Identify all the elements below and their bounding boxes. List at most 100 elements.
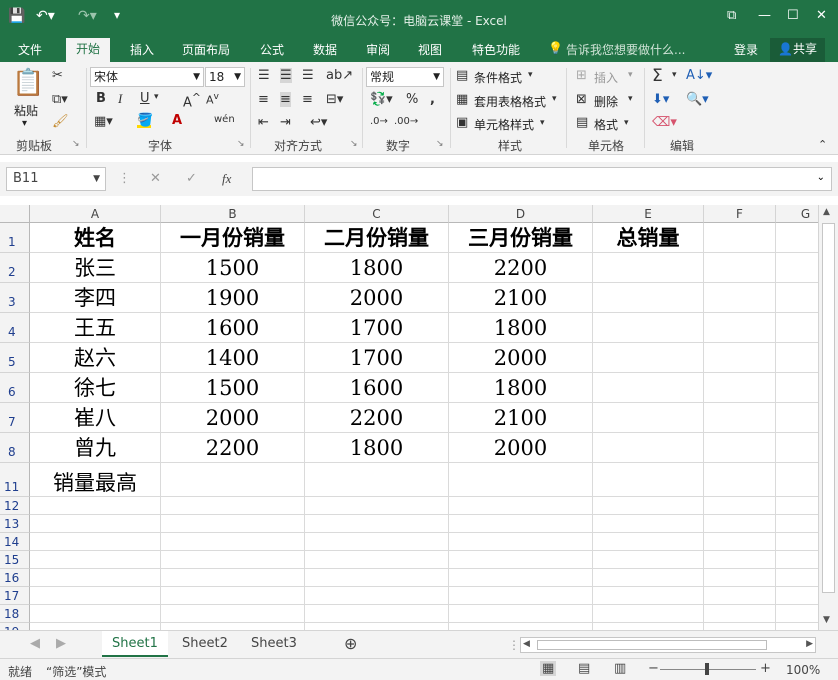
number-launcher-icon[interactable]: ↘ — [436, 139, 444, 149]
cell-jan[interactable]: 1600 — [161, 313, 305, 343]
conditional-format-button[interactable]: 条件格式 — [474, 69, 522, 86]
vertical-scrollbar[interactable]: ▲ ▼ — [818, 205, 838, 630]
cell-total[interactable] — [593, 253, 704, 283]
tab-page-layout[interactable]: 页面布局 — [182, 41, 230, 58]
row-header[interactable]: 2 — [0, 253, 30, 283]
cell-name[interactable]: 张三 — [30, 253, 161, 283]
row-header[interactable]: 3 — [0, 283, 30, 313]
cell-mar[interactable]: 2200 — [449, 253, 593, 283]
top-align-icon[interactable]: ☰ — [258, 68, 270, 83]
add-sheet-icon[interactable]: ⊕ — [334, 631, 367, 657]
cell-mar[interactable]: 1800 — [449, 373, 593, 403]
cell-feb[interactable]: 1700 — [305, 313, 449, 343]
header-cell-feb[interactable]: 二月份销量 — [305, 223, 449, 253]
insert-function-button[interactable]: fx — [222, 171, 231, 187]
row-header[interactable]: 12 — [0, 497, 30, 515]
font-launcher-icon[interactable]: ↘ — [237, 139, 245, 149]
align-right-icon[interactable]: ≡ — [302, 92, 313, 107]
cell-mar[interactable]: 2000 — [449, 433, 593, 463]
font-name-select[interactable]: 宋体 ▼ — [90, 67, 204, 87]
cell-mar[interactable]: 2000 — [449, 343, 593, 373]
cell-feb[interactable]: 2200 — [305, 403, 449, 433]
percent-icon[interactable]: % — [406, 92, 418, 107]
cell-total[interactable] — [593, 313, 704, 343]
format-as-table-icon[interactable]: ▦ — [456, 92, 468, 107]
row-header[interactable]: 19 — [0, 623, 30, 630]
cell-jan[interactable]: 2200 — [161, 433, 305, 463]
autosum-icon[interactable]: Σ — [652, 66, 663, 86]
cell-feb[interactable]: 1800 — [305, 433, 449, 463]
tab-file[interactable]: 文件 — [18, 41, 42, 58]
column-header-g[interactable]: G — [776, 205, 818, 223]
maximize-button[interactable]: ☐ — [787, 8, 799, 23]
fill-color-icon[interactable]: 🪣 — [137, 113, 153, 128]
column-header-c[interactable]: C — [305, 205, 449, 223]
tell-me-search[interactable]: 告诉我您想要做什么... — [566, 41, 685, 58]
cell-name[interactable]: 王五 — [30, 313, 161, 343]
row-header[interactable]: 5 — [0, 343, 30, 373]
chevron-down-icon[interactable]: ▾ — [628, 94, 633, 104]
format-painter-icon[interactable]: 🖌 — [52, 114, 69, 129]
row-header[interactable]: 17 — [0, 587, 30, 605]
scroll-left-icon[interactable]: ◀ — [523, 639, 530, 649]
find-select-icon[interactable]: 🔍▾ — [686, 92, 709, 107]
row-header[interactable]: 4 — [0, 313, 30, 343]
cell-jan[interactable]: 1500 — [161, 253, 305, 283]
align-center-icon[interactable]: ≡ — [280, 92, 291, 107]
scroll-down-icon[interactable]: ▼ — [823, 615, 830, 625]
row-header[interactable]: 18 — [0, 605, 30, 623]
header-cell-name[interactable]: 姓名 — [30, 223, 161, 253]
decrease-font-icon[interactable]: Av — [206, 91, 219, 107]
summary-label-cell[interactable]: 销量最高 — [30, 463, 161, 497]
column-header-b[interactable]: B — [161, 205, 305, 223]
tab-data[interactable]: 数据 — [313, 41, 337, 58]
cell-name[interactable]: 徐七 — [30, 373, 161, 403]
row-header[interactable]: 11 — [0, 463, 30, 497]
increase-font-icon[interactable]: A^ — [183, 91, 201, 110]
scroll-up-icon[interactable]: ▲ — [823, 207, 830, 217]
row-header[interactable]: 8 — [0, 433, 30, 463]
cell-mar[interactable]: 2100 — [449, 403, 593, 433]
close-button[interactable]: ✕ — [816, 8, 827, 23]
chevron-down-icon[interactable]: ▾ — [540, 118, 545, 128]
scroll-thumb[interactable] — [822, 223, 835, 593]
underline-button[interactable]: U — [140, 91, 150, 106]
tab-insert[interactable]: 插入 — [130, 41, 154, 58]
copy-icon[interactable]: ⧉▾ — [52, 92, 68, 107]
cell-feb[interactable]: 1700 — [305, 343, 449, 373]
cell-styles-icon[interactable]: ▣ — [456, 115, 468, 130]
row-header[interactable]: 15 — [0, 551, 30, 569]
page-break-view-icon[interactable]: ▥ — [614, 661, 626, 676]
normal-view-icon[interactable]: ▦ — [540, 661, 557, 676]
scroll-right-icon[interactable]: ▶ — [806, 639, 813, 649]
column-header-e[interactable]: E — [593, 205, 704, 223]
font-size-select[interactable]: 18 ▼ — [205, 67, 245, 87]
tab-special-features[interactable]: 特色功能 — [472, 41, 520, 58]
paste-button[interactable]: 粘贴 — [14, 102, 38, 119]
sort-filter-icon[interactable]: A↓▾ — [686, 68, 712, 83]
cut-icon[interactable]: ✂ — [52, 68, 63, 83]
cell-name[interactable]: 曾九 — [30, 433, 161, 463]
chevron-down-icon[interactable]: ▾ — [528, 70, 533, 80]
chevron-down-icon[interactable]: ▾ — [672, 70, 677, 80]
sheet-tab-sheet2[interactable]: Sheet2 — [172, 631, 238, 657]
header-cell-mar[interactable]: 三月份销量 — [449, 223, 593, 253]
cell[interactable] — [305, 463, 449, 497]
borders-icon[interactable]: ▦▾ — [94, 114, 113, 129]
comma-icon[interactable]: , — [430, 92, 435, 107]
cell-name[interactable]: 崔八 — [30, 403, 161, 433]
enter-icon[interactable]: ✓ — [186, 171, 197, 186]
delete-cells-icon[interactable]: ⊠ — [576, 92, 587, 107]
fill-icon[interactable]: ⬇▾ — [652, 92, 669, 107]
paste-dropdown-icon[interactable]: ▾ — [22, 118, 27, 129]
cell-jan[interactable]: 1900 — [161, 283, 305, 313]
bold-button[interactable]: B — [96, 91, 106, 106]
row-header[interactable]: 14 — [0, 533, 30, 551]
delete-cells-button[interactable]: 删除 — [594, 93, 618, 110]
row-header[interactable]: 7 — [0, 403, 30, 433]
select-all-corner[interactable] — [0, 205, 30, 223]
cell-total[interactable] — [593, 343, 704, 373]
row-header[interactable]: 13 — [0, 515, 30, 533]
clipboard-launcher-icon[interactable]: ↘ — [72, 139, 80, 149]
cancel-icon[interactable]: ✕ — [150, 171, 161, 186]
